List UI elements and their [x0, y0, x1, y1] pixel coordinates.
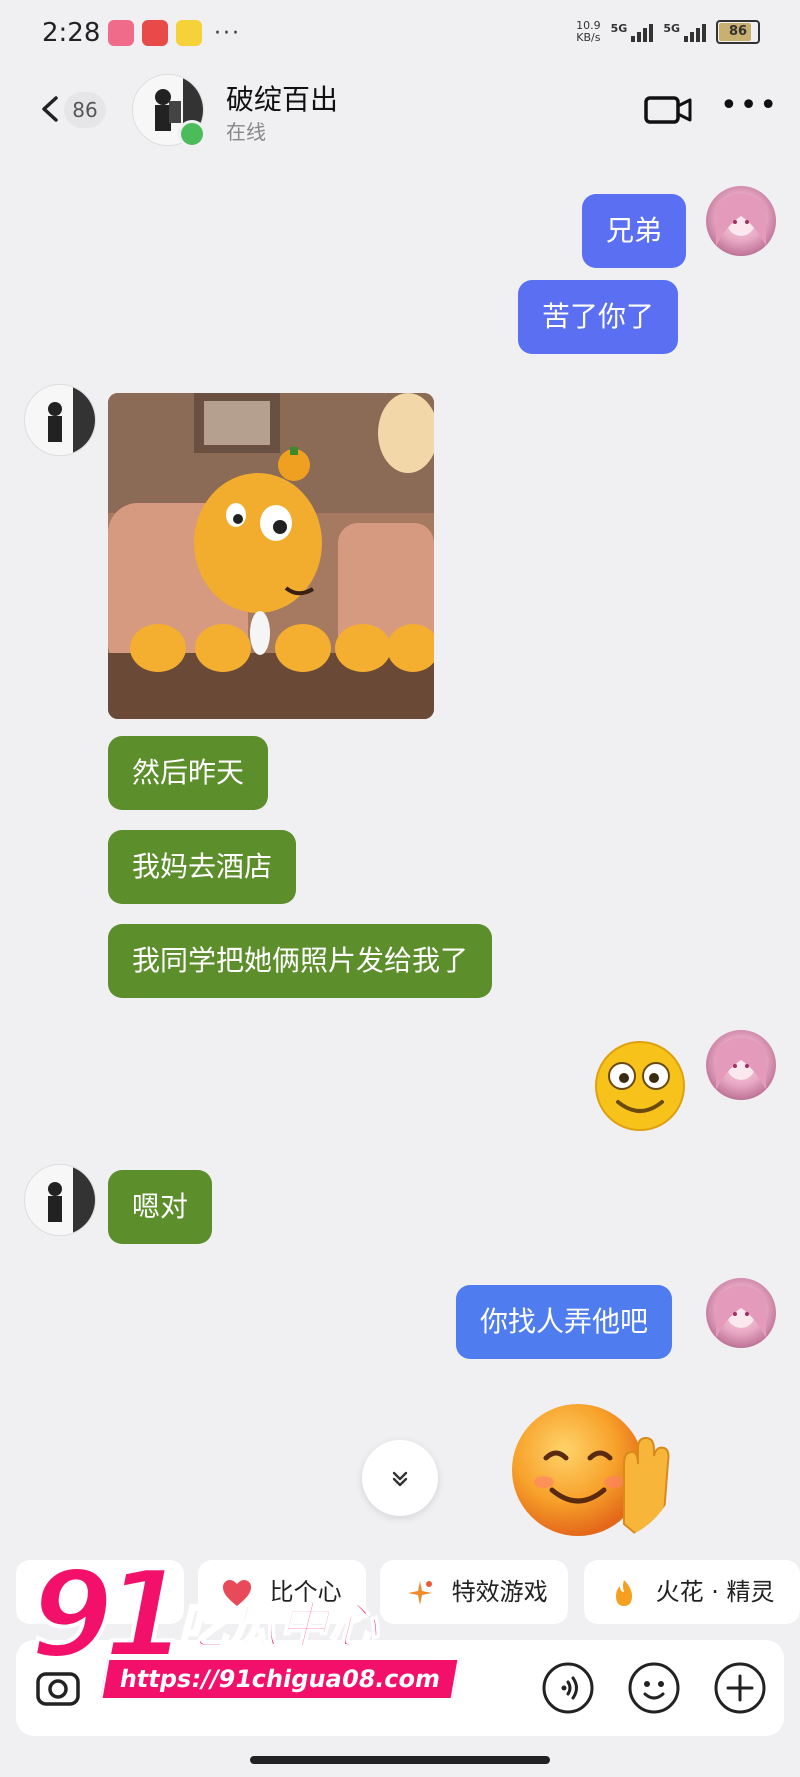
- image-message[interactable]: [108, 393, 434, 719]
- app-notification-icon: [176, 20, 202, 46]
- contact-avatar-in-chat[interactable]: [24, 1164, 96, 1236]
- signal-icon: 5G: [663, 22, 706, 42]
- watermark-url: https://91chigua08.com: [100, 1658, 460, 1700]
- video-call-icon[interactable]: [644, 94, 692, 126]
- plus-icon[interactable]: [712, 1660, 768, 1716]
- chat-header: 86 破绽百出 在线 •••: [0, 72, 800, 152]
- chip-label: 火花 · 精灵: [655, 1578, 775, 1606]
- net-speed-unit: KB/s: [576, 31, 601, 44]
- double-chevron-down-icon: [392, 1471, 408, 1487]
- message-bubble-incoming[interactable]: 我同学把她俩照片发给我了: [108, 924, 493, 998]
- message-bubble-incoming[interactable]: 然后昨天: [108, 736, 269, 810]
- online-indicator: [178, 120, 206, 148]
- sticker-emoji-wave[interactable]: [506, 1394, 676, 1544]
- unread-count-badge[interactable]: 86: [64, 92, 106, 128]
- app-notification-icon: [142, 20, 168, 46]
- signal-label: 5G: [610, 22, 628, 35]
- back-arrow-icon[interactable]: [34, 92, 68, 126]
- more-notifications-icon: ···: [214, 20, 241, 46]
- battery-icon: 86: [716, 20, 760, 44]
- watermark-title: 吃瓜中心: [177, 1596, 379, 1656]
- message-bubble-outgoing[interactable]: 苦了你了: [518, 280, 679, 354]
- voice-icon[interactable]: [540, 1660, 596, 1716]
- app-notification-icon: [108, 20, 134, 46]
- my-avatar[interactable]: [706, 1030, 776, 1100]
- signal-label: 5G: [663, 22, 680, 35]
- sticker-emoji-grin[interactable]: [594, 1040, 686, 1132]
- status-app-icons: ···: [108, 20, 241, 46]
- my-avatar[interactable]: [706, 1278, 776, 1348]
- watermark-overlay: 91 吃瓜中心 https://91chigua08.com: [28, 1554, 460, 1706]
- message-bubble-outgoing[interactable]: 兄弟: [582, 194, 687, 268]
- emoji-icon[interactable]: [626, 1660, 682, 1716]
- status-time: 2:28: [42, 18, 101, 48]
- contact-status: 在线: [226, 120, 266, 144]
- message-bubble-incoming[interactable]: 我妈去酒店: [108, 830, 297, 904]
- fire-sprite-icon: [616, 1580, 632, 1606]
- home-indicator[interactable]: [250, 1756, 550, 1764]
- message-bubble-incoming[interactable]: 嗯对: [108, 1170, 213, 1244]
- chip-spark-sprite[interactable]: 火花 · 精灵: [584, 1560, 800, 1624]
- signal-icon: 5G: [611, 22, 654, 42]
- more-options-icon[interactable]: •••: [720, 91, 777, 122]
- status-right: 10.9 KB/s 5G 5G 86: [576, 20, 760, 44]
- status-bar: 2:28 ··· 10.9 KB/s 5G 5G 86: [0, 0, 800, 72]
- battery-level: 86: [728, 24, 748, 39]
- scroll-to-bottom-button[interactable]: [362, 1440, 438, 1516]
- net-speed: 10.9 KB/s: [576, 20, 601, 44]
- contact-avatar-in-chat[interactable]: [24, 384, 96, 456]
- message-bubble-outgoing[interactable]: 你找人弄他吧: [456, 1285, 673, 1359]
- contact-name[interactable]: 破绽百出: [226, 78, 338, 118]
- chip-label: 特效游戏: [451, 1578, 548, 1606]
- my-avatar[interactable]: [706, 186, 776, 256]
